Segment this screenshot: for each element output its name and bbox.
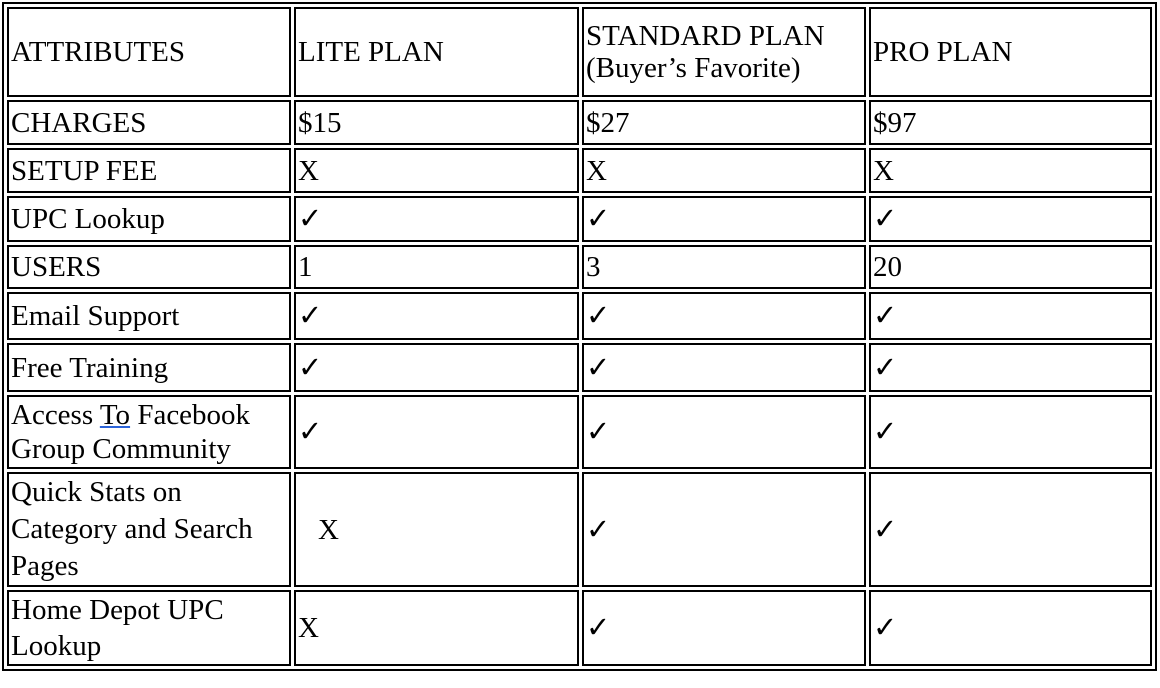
attr-cell: Home Depot UPC Lookup [7, 590, 291, 666]
standard-cell: ✓ [582, 590, 866, 666]
lite-cell: ✓ [294, 292, 579, 340]
standard-cell: X [582, 148, 866, 193]
attr-text: Access [11, 399, 100, 431]
table-row: Home Depot UPC Lookup X ✓ ✓ [7, 590, 1152, 666]
table-row: USERS 1 3 20 [7, 245, 1152, 289]
pro-cell: 20 [869, 245, 1152, 289]
standard-cell: ✓ [582, 292, 866, 340]
header-row: ATTRIBUTES LITE PLAN STANDARD PLAN (Buyer… [7, 7, 1152, 97]
pricing-table: ATTRIBUTES LITE PLAN STANDARD PLAN (Buyer… [2, 2, 1157, 671]
lite-cell: ✓ [294, 343, 579, 392]
attr-cell: Free Training [7, 343, 291, 392]
standard-cell: ✓ [582, 395, 866, 469]
table-row: CHARGES $15 $27 $97 [7, 100, 1152, 145]
standard-title: STANDARD PLAN [586, 20, 825, 52]
standard-cell: ✓ [582, 196, 866, 242]
pro-cell: X [869, 148, 1152, 193]
lite-cell: X [294, 148, 579, 193]
header-pro: PRO PLAN [869, 7, 1152, 97]
standard-subtitle: (Buyer’s Favorite) [586, 52, 801, 84]
lite-cell: $15 [294, 100, 579, 145]
header-lite: LITE PLAN [294, 7, 579, 97]
attr-cell: USERS [7, 245, 291, 289]
lite-cell: X [294, 590, 579, 666]
attr-cell: Quick Stats on Category and Search Pages [7, 472, 291, 587]
attr-cell: Email Support [7, 292, 291, 340]
lite-cell: 1 [294, 245, 579, 289]
pro-cell: ✓ [869, 343, 1152, 392]
pro-cell: ✓ [869, 472, 1152, 587]
attr-cell: Access To Facebook Group Community [7, 395, 291, 469]
spellcheck-flagged-word: To [99, 399, 131, 431]
table-row: Quick Stats on Category and Search Pages… [7, 472, 1152, 587]
attr-cell: SETUP FEE [7, 148, 291, 193]
pro-cell: ✓ [869, 292, 1152, 340]
standard-cell: ✓ [582, 472, 866, 587]
standard-cell: ✓ [582, 343, 866, 392]
pro-cell: ✓ [869, 590, 1152, 666]
standard-cell: 3 [582, 245, 866, 289]
standard-cell: $27 [582, 100, 866, 145]
pro-cell: $97 [869, 100, 1152, 145]
pro-cell: ✓ [869, 395, 1152, 469]
lite-cell: X [294, 472, 579, 587]
attr-cell: UPC Lookup [7, 196, 291, 242]
table-row: Free Training ✓ ✓ ✓ [7, 343, 1152, 392]
table-row: Access To Facebook Group Community ✓ ✓ ✓ [7, 395, 1152, 469]
pro-cell: ✓ [869, 196, 1152, 242]
header-attributes: ATTRIBUTES [7, 7, 291, 97]
table-row: SETUP FEE X X X [7, 148, 1152, 193]
attr-cell: CHARGES [7, 100, 291, 145]
table-row: Email Support ✓ ✓ ✓ [7, 292, 1152, 340]
lite-cell: ✓ [294, 196, 579, 242]
lite-cell: ✓ [294, 395, 579, 469]
header-standard: STANDARD PLAN (Buyer’s Favorite) [582, 7, 866, 97]
table-row: UPC Lookup ✓ ✓ ✓ [7, 196, 1152, 242]
